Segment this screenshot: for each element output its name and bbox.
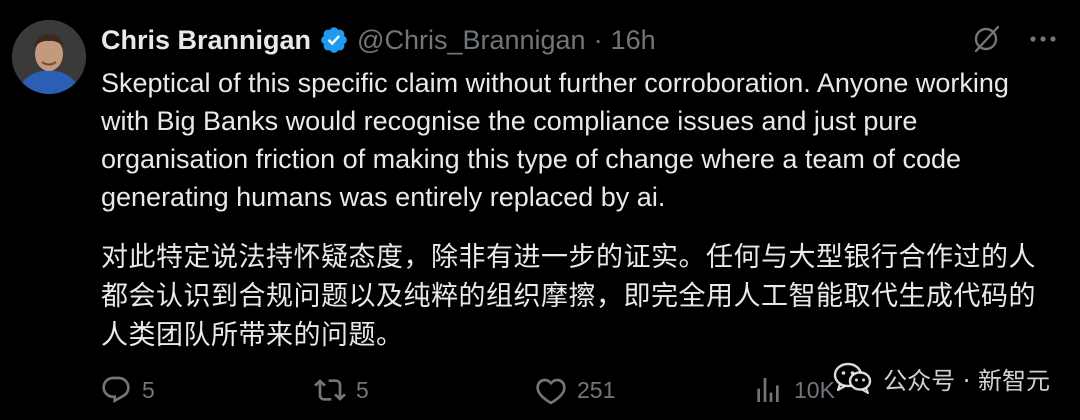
like-count: 251 [577, 376, 616, 403]
author-display-name[interactable]: Chris Brannigan [101, 25, 311, 56]
view-count: 10K [794, 376, 835, 403]
avatar[interactable] [12, 20, 86, 94]
tweet: Chris Brannigan @Chris_Brannigan · 16h S… [0, 0, 1080, 420]
reply-icon [100, 374, 132, 406]
wechat-icon [833, 361, 873, 395]
tweet-body: Skeptical of this specific claim without… [101, 64, 1051, 355]
watermark-text: 公众号 · 新智元 [883, 366, 1050, 395]
reply-button[interactable]: 5 [100, 366, 155, 414]
views-chart-icon [752, 374, 784, 406]
repost-count: 5 [356, 376, 369, 403]
verified-badge-icon [319, 25, 349, 55]
more-dots-icon[interactable] [1026, 22, 1060, 56]
views-button[interactable]: 10K [752, 366, 835, 414]
separator-dot: · [593, 24, 603, 55]
reply-count: 5 [142, 376, 155, 403]
slash-circle-icon[interactable] [970, 22, 1004, 56]
timestamp[interactable]: 16h [611, 25, 656, 56]
tweet-text-english: Skeptical of this specific claim without… [101, 68, 1009, 212]
watermark: 公众号 · 新智元 [833, 358, 1050, 398]
repost-icon [314, 374, 346, 406]
repost-button[interactable]: 5 [314, 366, 369, 414]
avatar-photo-icon [12, 20, 86, 94]
tweet-text-chinese: 对此特定说法持怀疑态度，除非有进一步的证实。任何与大型银行合作过的人都会认识到合… [101, 242, 1036, 351]
top-actions [970, 22, 1060, 56]
tweet-header: Chris Brannigan @Chris_Brannigan · 16h [101, 20, 656, 60]
heart-icon [535, 374, 567, 406]
like-button[interactable]: 251 [535, 366, 615, 414]
author-handle[interactable]: @Chris_Brannigan [357, 25, 586, 56]
